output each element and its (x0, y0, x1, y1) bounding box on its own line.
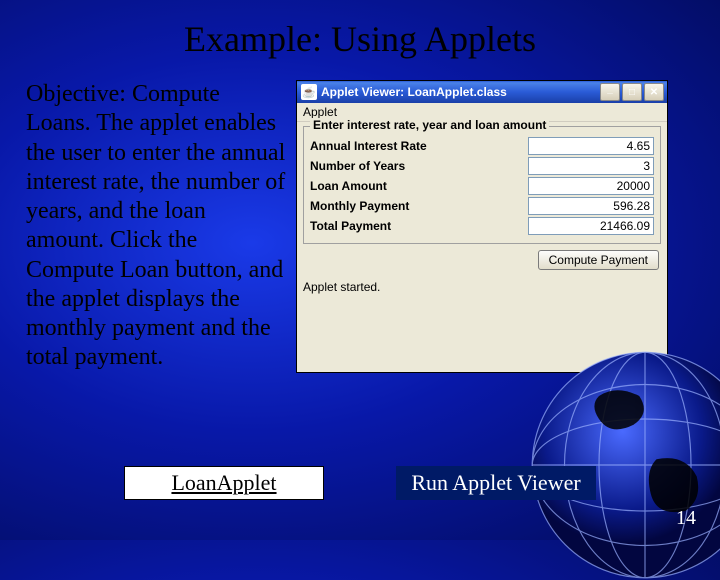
window-title: Applet Viewer: LoanApplet.class (321, 85, 600, 99)
titlebar: Applet Viewer: LoanApplet.class _ □ ✕ (297, 81, 667, 103)
slide-title: Example: Using Applets (0, 0, 720, 60)
compute-payment-button[interactable]: Compute Payment (538, 250, 659, 270)
objective-text: Objective: Compute Loans. The applet ena… (26, 80, 288, 373)
applet-viewer-window: Applet Viewer: LoanApplet.class _ □ ✕ Ap… (296, 80, 668, 373)
total-label: Total Payment (310, 219, 391, 233)
input-group: Enter interest rate, year and loan amoun… (303, 126, 661, 244)
close-button[interactable]: ✕ (644, 83, 664, 101)
rate-label: Annual Interest Rate (310, 139, 427, 153)
years-input[interactable]: 3 (528, 157, 654, 175)
minimize-button[interactable]: _ (600, 83, 620, 101)
total-output: 21466.09 (528, 217, 654, 235)
amount-label: Loan Amount (310, 179, 387, 193)
group-title: Enter interest rate, year and loan amoun… (310, 118, 549, 132)
status-text: Applet started. (297, 278, 667, 298)
globe-decoration (530, 350, 720, 580)
years-label: Number of Years (310, 159, 405, 173)
run-applet-viewer-button[interactable]: Run Applet Viewer (396, 466, 596, 500)
maximize-button[interactable]: □ (622, 83, 642, 101)
monthly-output: 596.28 (528, 197, 654, 215)
loan-applet-link[interactable]: LoanApplet (124, 466, 324, 500)
page-number: 14 (676, 507, 696, 530)
rate-input[interactable]: 4.65 (528, 137, 654, 155)
monthly-label: Monthly Payment (310, 199, 409, 213)
amount-input[interactable]: 20000 (528, 177, 654, 195)
java-icon (301, 84, 317, 100)
